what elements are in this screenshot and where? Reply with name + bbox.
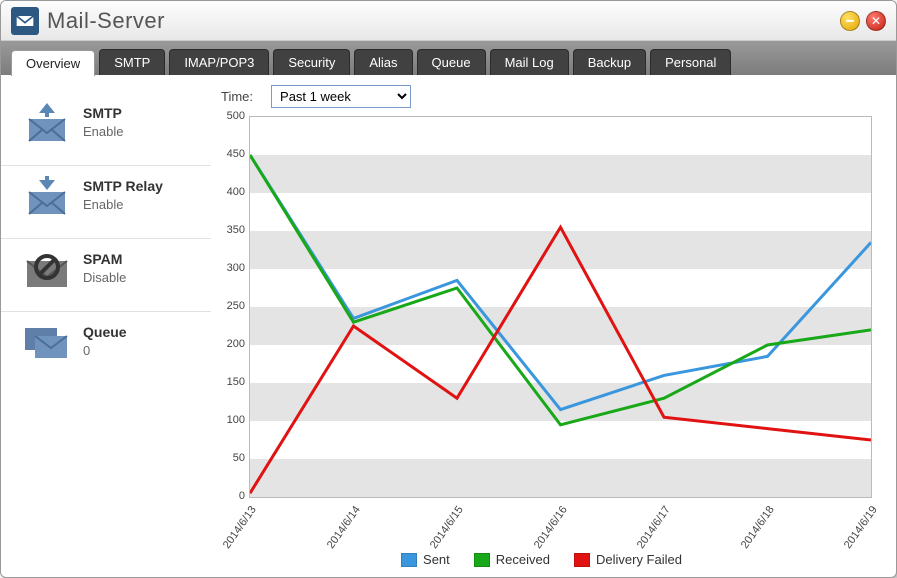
y-tick: 450 bbox=[227, 148, 245, 160]
tab-bar: OverviewSMTPIMAP/POP3SecurityAliasQueueM… bbox=[1, 41, 896, 75]
y-tick: 250 bbox=[227, 300, 245, 312]
y-tick: 200 bbox=[227, 338, 245, 350]
x-tick: 2014/6/17 bbox=[635, 504, 673, 551]
y-tick: 400 bbox=[227, 186, 245, 198]
x-tick: 2014/6/13 bbox=[221, 504, 259, 551]
sidebar-item-label: SMTP bbox=[83, 105, 123, 121]
y-tick: 350 bbox=[227, 224, 245, 236]
x-tick: 2014/6/15 bbox=[428, 504, 466, 551]
x-tick: 2014/6/18 bbox=[738, 504, 776, 551]
legend-swatch bbox=[474, 553, 490, 567]
legend-swatch bbox=[574, 553, 590, 567]
mail-down-icon bbox=[23, 176, 71, 216]
tab-personal[interactable]: Personal bbox=[650, 49, 731, 75]
sidebar-item-status: Disable bbox=[83, 270, 126, 285]
tab-security[interactable]: Security bbox=[273, 49, 350, 75]
series-delivery-failed bbox=[250, 227, 871, 493]
legend-label: Delivery Failed bbox=[596, 552, 682, 567]
sidebar-item-smtp-relay[interactable]: SMTP Relay Enable bbox=[1, 166, 211, 239]
legend-item-sent: Sent bbox=[401, 552, 450, 567]
time-select[interactable]: Past 1 week bbox=[271, 85, 411, 108]
time-label: Time: bbox=[221, 89, 253, 104]
chart: 050100150200250300350400450500 bbox=[211, 116, 872, 498]
window: Mail-Server ━ ✕ OverviewSMTPIMAP/POP3Sec… bbox=[0, 0, 897, 578]
sidebar-item-status: 0 bbox=[83, 343, 127, 358]
y-tick: 50 bbox=[233, 452, 245, 464]
titlebar: Mail-Server ━ ✕ bbox=[1, 1, 896, 41]
tab-backup[interactable]: Backup bbox=[573, 49, 646, 75]
legend-item-received: Received bbox=[474, 552, 550, 567]
tab-alias[interactable]: Alias bbox=[354, 49, 412, 75]
series-received bbox=[250, 155, 871, 425]
y-tick: 0 bbox=[239, 490, 245, 502]
legend: Sent Received Delivery Failed bbox=[211, 552, 872, 567]
sidebar-item-smtp[interactable]: SMTP Enable bbox=[1, 93, 211, 166]
y-tick: 500 bbox=[227, 110, 245, 122]
sidebar-item-queue[interactable]: Queue 0 bbox=[1, 312, 211, 384]
sidebar-item-status: Enable bbox=[83, 124, 123, 139]
main-panel: Time: Past 1 week 0 50 100 150 200 250 300 350 4… bbox=[211, 75, 896, 577]
series-sent bbox=[250, 155, 871, 410]
y-tick: 150 bbox=[227, 376, 245, 388]
content: SMTP Enable SMTP Relay Enable SPAM Disable Que… bbox=[1, 75, 896, 577]
tab-imap-pop3[interactable]: IMAP/POP3 bbox=[169, 49, 269, 75]
close-button[interactable]: ✕ bbox=[866, 11, 886, 31]
app-icon bbox=[11, 7, 39, 35]
spam-icon bbox=[23, 249, 71, 289]
chart-lines bbox=[250, 117, 871, 497]
x-tick: 2014/6/16 bbox=[531, 504, 569, 551]
sidebar-item-spam[interactable]: SPAM Disable bbox=[1, 239, 211, 312]
plot-area bbox=[249, 116, 872, 498]
tab-overview[interactable]: Overview bbox=[11, 50, 95, 76]
tab-smtp[interactable]: SMTP bbox=[99, 49, 165, 75]
y-axis: 050100150200250300350400450500 bbox=[211, 116, 249, 498]
x-axis: 2014/6/132014/6/142014/6/152014/6/162014… bbox=[249, 498, 872, 550]
sidebar-item-label: SMTP Relay bbox=[83, 178, 163, 194]
mail-up-icon bbox=[23, 103, 71, 143]
queue-icon bbox=[23, 322, 71, 362]
x-tick: 2014/6/14 bbox=[324, 504, 362, 551]
tab-mail-log[interactable]: Mail Log bbox=[490, 49, 569, 75]
tab-queue[interactable]: Queue bbox=[417, 49, 486, 75]
time-filter-row: Time: Past 1 week bbox=[221, 85, 872, 108]
legend-swatch bbox=[401, 553, 417, 567]
y-tick: 300 bbox=[227, 262, 245, 274]
legend-label: Sent bbox=[423, 552, 450, 567]
window-title: Mail-Server bbox=[47, 8, 165, 34]
sidebar-item-label: Queue bbox=[83, 324, 127, 340]
legend-item-delivery-failed: Delivery Failed bbox=[574, 552, 682, 567]
sidebar-item-label: SPAM bbox=[83, 251, 126, 267]
y-tick: 100 bbox=[227, 414, 245, 426]
sidebar: SMTP Enable SMTP Relay Enable SPAM Disable Que… bbox=[1, 75, 211, 577]
minimize-button[interactable]: ━ bbox=[840, 11, 860, 31]
legend-label: Received bbox=[496, 552, 550, 567]
sidebar-item-status: Enable bbox=[83, 197, 163, 212]
x-tick: 2014/6/19 bbox=[842, 504, 880, 551]
